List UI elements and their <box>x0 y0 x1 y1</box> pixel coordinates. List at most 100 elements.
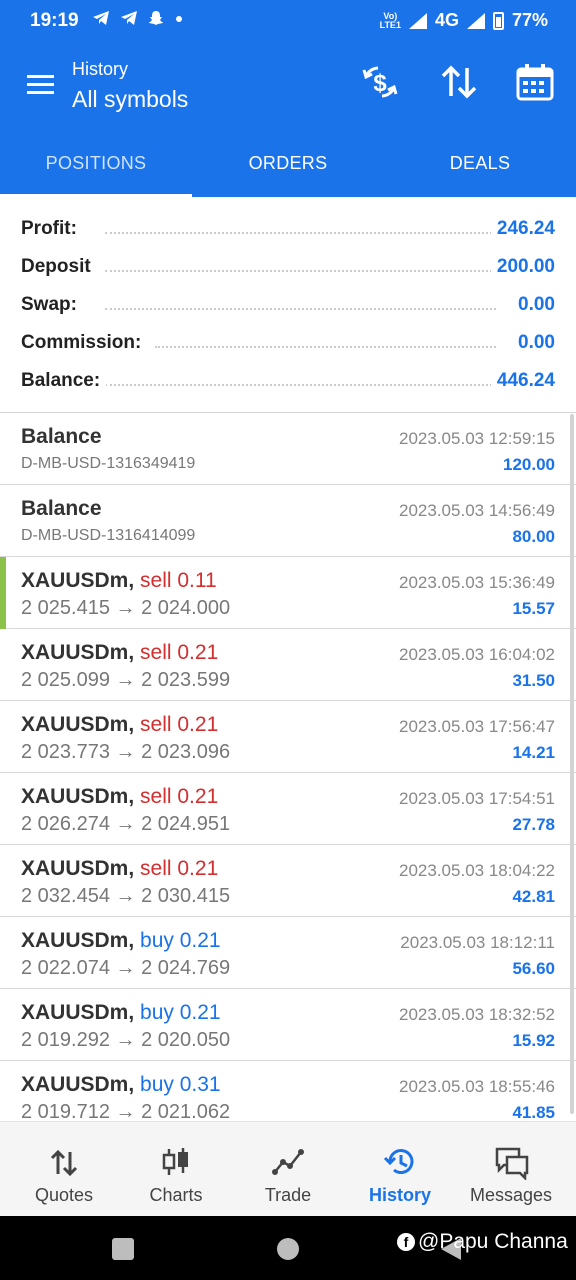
deal-profit: 120.00 <box>503 455 555 474</box>
nav-label: Messages <box>469 1185 553 1205</box>
deal-side: buy 0.21 <box>140 929 221 952</box>
leader-dots <box>155 346 496 348</box>
battery-icon <box>492 11 504 30</box>
nav-trade[interactable]: Trade <box>232 1122 344 1217</box>
deal-symbol: XAUUSDm, buy 0.21 <box>21 929 221 952</box>
status-right: Vo) LTE1 4G 77% <box>380 10 548 31</box>
summary-label: Commission: <box>21 332 148 354</box>
summary-row-balance: Balance: 446.24 <box>0 362 576 400</box>
deal-profit: 56.60 <box>512 959 555 978</box>
nav-label: History <box>368 1185 431 1205</box>
nav-history[interactable]: History <box>344 1122 456 1217</box>
leader-dots <box>105 270 496 272</box>
tab-deals[interactable]: DEALS <box>384 126 576 197</box>
summary-label: Balance: <box>21 370 107 392</box>
tab-positions[interactable]: POSITIONS <box>0 126 192 197</box>
deal-prices: 2 025.099 → 2 023.599 <box>21 669 231 691</box>
summary-value: 0.00 <box>512 332 555 354</box>
list-item[interactable]: Balance D-MB-USD-1316349419 2023.05.03 1… <box>0 413 576 485</box>
list-item[interactable]: XAUUSDm, sell 0.21 2 032.454 → 2 030.415… <box>0 845 576 917</box>
deal-prices: 2 019.712 → 2 021.062 <box>21 1101 231 1121</box>
tab-orders[interactable]: ORDERS <box>192 126 384 197</box>
tab-indicator <box>0 194 192 197</box>
deal-profit: 15.57 <box>512 599 555 618</box>
signal-icon-2 <box>466 12 485 29</box>
deal-profit: 15.92 <box>512 1031 555 1050</box>
list-item[interactable]: XAUUSDm, buy 0.21 2 022.074 → 2 024.769 … <box>0 917 576 989</box>
battery-level: 77% <box>511 10 548 30</box>
quotes-icon <box>50 1149 78 1177</box>
list-item[interactable]: XAUUSDm, sell 0.21 2 025.099 → 2 023.599… <box>0 629 576 701</box>
status-bar: 19:19 Vo) LTE1 4G 77% <box>0 0 576 42</box>
deal-symbol: XAUUSDm, sell 0.21 <box>21 641 219 664</box>
list-item[interactable]: XAUUSDm, sell 0.21 2 026.274 → 2 024.951… <box>0 773 576 845</box>
page-title[interactable]: All symbols <box>72 86 188 113</box>
facebook-icon: f <box>397 1233 415 1251</box>
notification-icons <box>92 10 184 26</box>
list-item[interactable]: XAUUSDm, sell 0.21 2 023.773 → 2 023.096… <box>0 701 576 773</box>
deal-prices: 2 025.415 → 2 024.000 <box>21 597 231 619</box>
summary-label: Swap: <box>21 294 83 316</box>
top-bar: 19:19 Vo) LTE1 4G 77% History All symbols… <box>0 0 576 197</box>
trade-icon <box>272 1149 304 1175</box>
deal-comment: D-MB-USD-1316414099 <box>21 527 196 544</box>
calendar-icon[interactable] <box>513 60 557 104</box>
deals-list[interactable]: Balance D-MB-USD-1316349419 2023.05.03 1… <box>0 413 576 1121</box>
deal-time: 2023.05.03 14:56:49 <box>399 501 555 520</box>
home-button[interactable] <box>277 1238 299 1260</box>
deal-profit: 31.50 <box>512 671 555 690</box>
summary-value: 246.24 <box>490 218 555 240</box>
deal-side: buy 0.21 <box>140 1001 221 1024</box>
deal-prices: 2 023.773 → 2 023.096 <box>21 741 231 763</box>
watermark: f @Papu Channa <box>397 1230 568 1254</box>
deal-time: 2023.05.03 18:32:52 <box>399 1005 555 1024</box>
deal-symbol: XAUUSDm, buy 0.31 <box>21 1073 221 1096</box>
nav-messages[interactable]: Messages <box>455 1122 567 1217</box>
signal-icon <box>408 12 427 29</box>
recents-button[interactable] <box>112 1238 134 1260</box>
list-item[interactable]: XAUUSDm, buy 0.21 2 019.292 → 2 020.050 … <box>0 989 576 1061</box>
bottom-nav: Quotes Charts Trade History Messages <box>0 1121 576 1216</box>
deal-symbol: XAUUSDm, buy 0.21 <box>21 1001 221 1024</box>
leader-dots <box>105 232 496 234</box>
leader-dots <box>105 384 496 386</box>
deal-side: sell 0.21 <box>140 641 219 664</box>
deal-symbol: Balance <box>21 497 102 520</box>
snapchat-icon <box>149 11 163 25</box>
deal-symbol: Balance <box>21 425 102 448</box>
deal-profit: 41.85 <box>512 1103 555 1121</box>
deal-time: 2023.05.03 18:12:11 <box>400 933 555 952</box>
summary-row-commission: Commission: 0.00 <box>0 324 576 362</box>
deal-prices: 2 026.274 → 2 024.951 <box>21 813 231 835</box>
messages-icon <box>495 1147 529 1180</box>
summary-value: 0.00 <box>512 294 555 316</box>
deal-profit: 80.00 <box>512 527 555 546</box>
deal-prices: 2 022.074 → 2 024.769 <box>21 957 231 979</box>
menu-icon[interactable] <box>24 68 56 100</box>
volte-icon: Vo) LTE1 <box>379 10 401 30</box>
history-icon <box>383 1149 414 1174</box>
summary-label: Profit: <box>21 218 83 240</box>
nav-quotes[interactable]: Quotes <box>8 1122 120 1217</box>
list-item[interactable]: Balance D-MB-USD-1316414099 2023.05.03 1… <box>0 485 576 557</box>
selected-marker <box>0 557 6 629</box>
deal-time: 2023.05.03 17:56:47 <box>399 717 555 736</box>
deal-side: buy 0.31 <box>140 1073 221 1096</box>
app-bar: History All symbols $ <box>0 42 576 126</box>
list-item[interactable]: XAUUSDm, sell 0.11 2 025.415 → 2 024.000… <box>0 557 576 629</box>
list-item[interactable]: XAUUSDm, buy 0.31 2 019.712 → 2 021.062 … <box>0 1061 576 1121</box>
deal-profit: 14.21 <box>512 743 555 762</box>
scrollbar[interactable] <box>570 414 574 1114</box>
tab-bar: POSITIONS ORDERS DEALS <box>0 126 576 197</box>
nav-charts[interactable]: Charts <box>120 1122 232 1217</box>
deal-prices: 2 032.454 → 2 030.415 <box>21 885 231 907</box>
sort-icon[interactable] <box>437 60 481 104</box>
telegram-icon <box>121 11 137 25</box>
deal-time: 2023.05.03 15:36:49 <box>399 573 555 592</box>
page-subtitle: History <box>72 59 129 79</box>
deal-side: sell 0.21 <box>140 785 219 808</box>
deal-time: 2023.05.03 18:04:22 <box>399 861 555 880</box>
deal-comment: D-MB-USD-1316349419 <box>21 455 196 472</box>
currency-exchange-icon[interactable]: $ <box>358 60 402 104</box>
scrollbar-thumb[interactable] <box>570 414 574 1114</box>
